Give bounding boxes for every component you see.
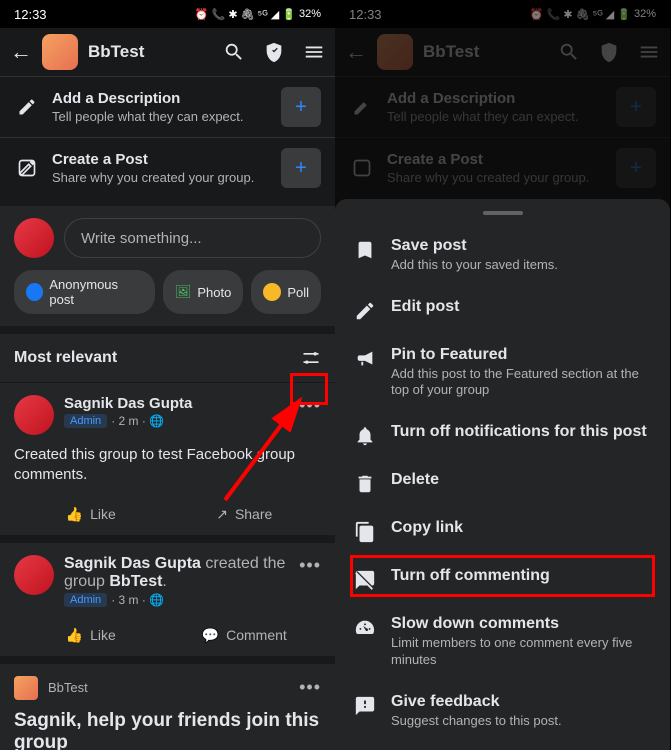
photo-icon: 🖼 <box>175 284 192 300</box>
post-author[interactable]: Sagnik Das Gupta <box>64 395 289 412</box>
share-button[interactable]: ↗ Share <box>168 506 322 523</box>
trash-icon <box>353 473 377 495</box>
header-title[interactable]: BbTest <box>88 42 213 62</box>
search-icon[interactable] <box>223 41 245 63</box>
setup-post-sub: Share why you created your group. <box>52 170 269 185</box>
setup-post[interactable]: Create a Post Share why you created your… <box>0 137 335 198</box>
status-time: 12:33 <box>14 7 47 22</box>
group-avatar[interactable] <box>42 34 78 70</box>
photo-chip[interactable]: 🖼Photo <box>163 270 244 314</box>
post-more-button[interactable]: ••• <box>299 395 321 416</box>
sheet-pin[interactable]: Pin to FeaturedAdd this post to the Feat… <box>335 334 670 412</box>
bell-icon <box>353 425 377 447</box>
sheet-save[interactable]: Save postAdd this to your saved items. <box>335 225 670 286</box>
setup-desc-sub: Tell people what they can expect. <box>52 109 269 124</box>
comment-off-icon <box>353 569 377 591</box>
feedback-icon <box>353 695 377 717</box>
sheet-notifications[interactable]: Turn off notifications for this post <box>335 411 670 459</box>
write-input[interactable]: Write something... <box>64 218 321 258</box>
admin-badge: Admin <box>64 414 107 428</box>
status-right: ⏰ 📞 ✱ 🖇 ⁵ᴳ ◢ 🔋32% <box>195 8 321 21</box>
sheet-delete[interactable]: Delete <box>335 459 670 507</box>
like-button[interactable]: 👍 Like <box>14 627 168 644</box>
post-avatar[interactable] <box>14 555 54 595</box>
pencil-icon <box>353 300 377 322</box>
menu-icon[interactable] <box>303 41 325 63</box>
sheet-copy[interactable]: Copy link <box>335 507 670 555</box>
post-created-text: Sagnik Das Gupta created the group BbTes… <box>64 555 289 591</box>
copy-icon <box>353 521 377 543</box>
settings-icon[interactable] <box>301 348 321 368</box>
drag-handle[interactable] <box>483 211 523 215</box>
poll-icon <box>263 283 281 301</box>
screen-right: 12:33 ⏰ 📞 ✱ 🖇 ⁵ᴳ ◢ 🔋32% ← BbTest Add a D… <box>335 0 670 750</box>
screen-left: 12:33 ⏰ 📞 ✱ 🖇 ⁵ᴳ ◢ 🔋32% ← BbTest Add a D… <box>0 0 335 750</box>
comment-button[interactable]: 💬 Comment <box>168 627 322 644</box>
sheet-slow-comments[interactable]: Slow down commentsLimit members to one c… <box>335 603 670 681</box>
sheet-turn-off-commenting[interactable]: Turn off commenting <box>335 555 670 603</box>
like-button[interactable]: 👍 Like <box>14 506 168 523</box>
anonymous-chip[interactable]: Anonymous post <box>14 270 155 314</box>
status-bar: 12:33 ⏰ 📞 ✱ 🖇 ⁵ᴳ ◢ 🔋32% <box>0 0 335 28</box>
anon-icon <box>26 283 43 301</box>
sheet-feedback[interactable]: Give feedbackSuggest changes to this pos… <box>335 681 670 750</box>
suggest-card: BbTest ••• Sagnik, help your friends joi… <box>0 664 335 750</box>
gauge-icon <box>353 617 377 639</box>
suggest-title: Sagnik, help your friends join this grou… <box>14 710 321 750</box>
add-description-button[interactable]: + <box>281 87 321 127</box>
create-post-button[interactable]: + <box>281 148 321 188</box>
megaphone-icon <box>353 348 377 370</box>
user-avatar[interactable] <box>14 218 54 258</box>
shield-icon[interactable] <box>263 41 285 63</box>
action-sheet: Save postAdd this to your saved items. E… <box>335 199 670 750</box>
back-button[interactable]: ← <box>10 39 32 65</box>
poll-chip[interactable]: Poll <box>251 270 321 314</box>
post-avatar[interactable] <box>14 395 54 435</box>
suggest-more[interactable]: ••• <box>299 677 321 698</box>
composer: Write something... Anonymous post 🖼Photo… <box>0 206 335 326</box>
post-time: · 3 m · 🌐 <box>111 593 164 607</box>
suggest-avatar <box>14 676 38 700</box>
setup-post-title: Create a Post <box>52 151 269 168</box>
admin-badge: Admin <box>64 593 107 607</box>
sheet-edit[interactable]: Edit post <box>335 286 670 334</box>
feed-header[interactable]: Most relevant <box>0 334 335 382</box>
setup-desc-title: Add a Description <box>52 90 269 107</box>
suggest-name: BbTest <box>48 680 289 695</box>
post-time: · 2 m · 🌐 <box>111 414 164 428</box>
compose-icon <box>14 158 40 178</box>
post-1: Sagnik Das Gupta Admin · 2 m · 🌐 ••• Cre… <box>0 383 335 535</box>
post-body: Created this group to test Facebook grou… <box>14 445 321 486</box>
header: ← BbTest <box>0 28 335 76</box>
post-more-button[interactable]: ••• <box>299 555 321 576</box>
feed-sort-label: Most relevant <box>14 349 117 367</box>
pencil-icon <box>14 97 40 117</box>
setup-description[interactable]: Add a Description Tell people what they … <box>0 76 335 137</box>
post-2: Sagnik Das Gupta created the group BbTes… <box>0 543 335 656</box>
bookmark-icon <box>353 239 377 261</box>
